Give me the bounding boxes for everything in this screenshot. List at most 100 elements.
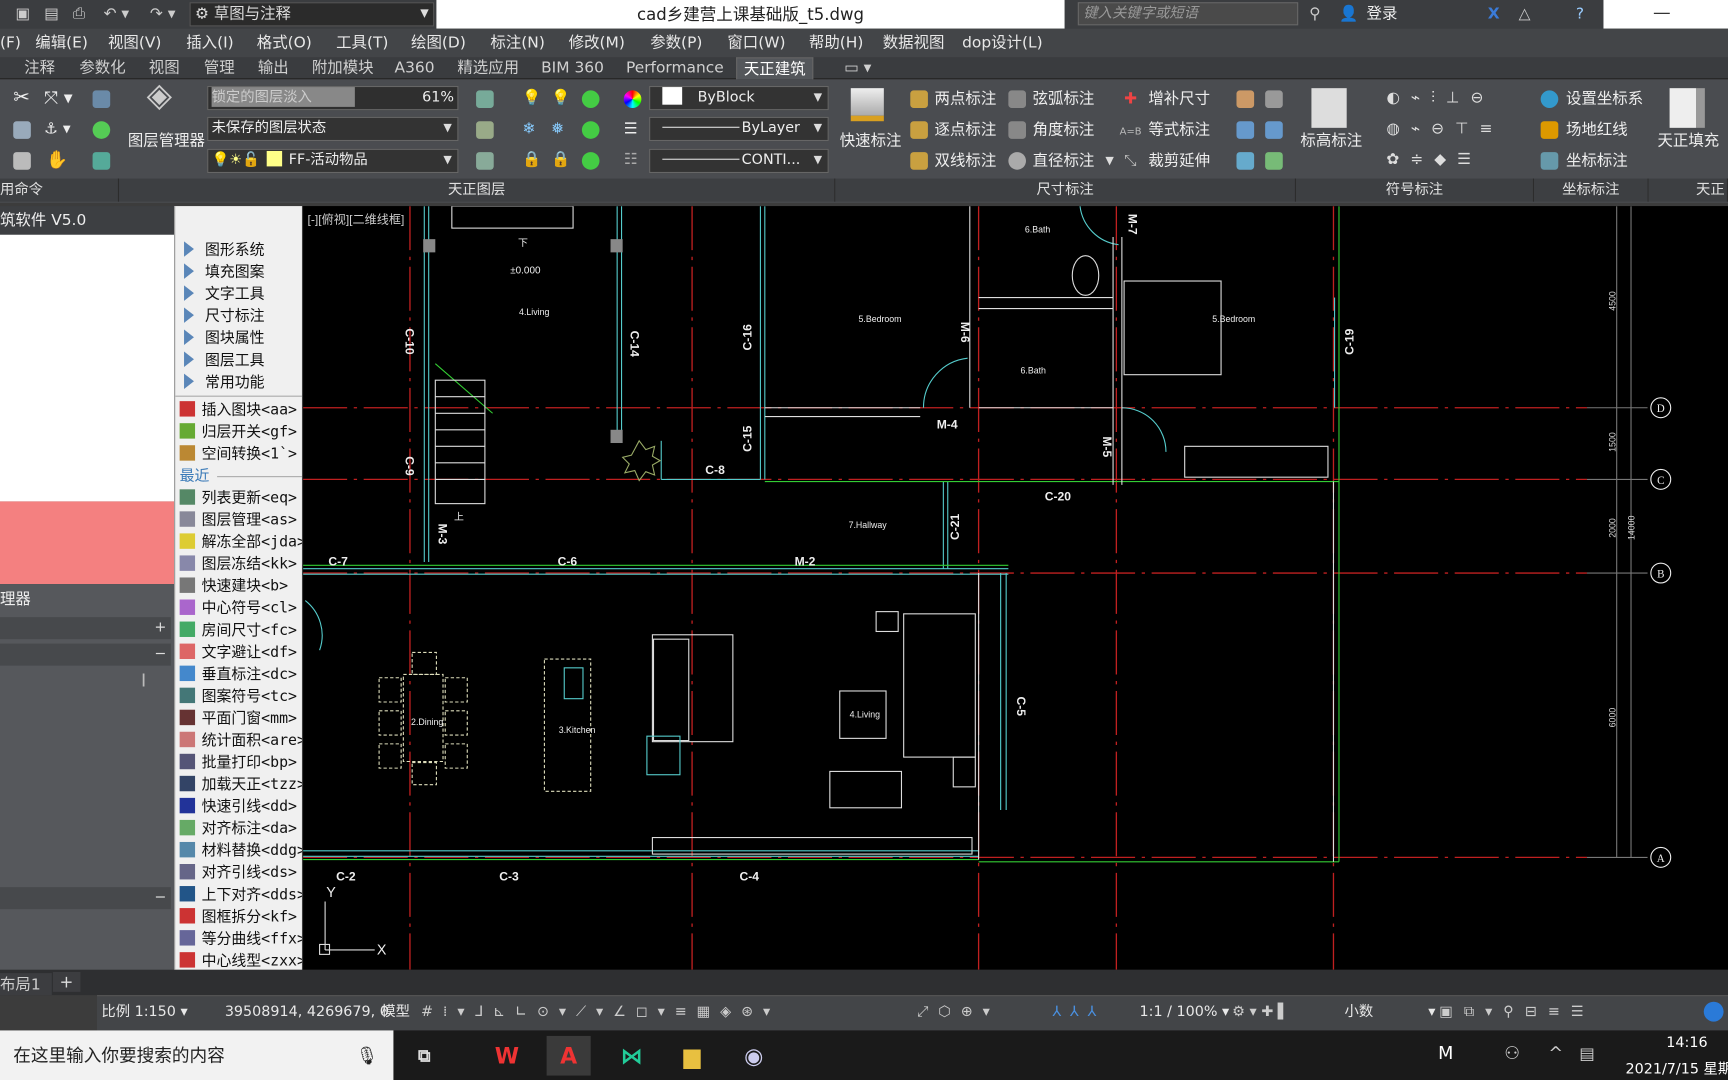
trim-extend-button[interactable]: 裁剪延伸 bbox=[1148, 151, 1210, 171]
fill-icon[interactable] bbox=[1669, 88, 1705, 128]
lock-icon[interactable]: 🔒 bbox=[522, 150, 541, 170]
command-item[interactable]: 对齐引线<ds> bbox=[179, 862, 297, 884]
tab-parametric[interactable]: 参数化 bbox=[79, 57, 125, 79]
ime-icon[interactable]: M bbox=[1438, 1043, 1453, 1064]
command-item[interactable]: 平面门窗<mm> bbox=[179, 708, 297, 730]
command-item[interactable]: 垂直标注<dc> bbox=[179, 663, 297, 685]
tab-layout1[interactable]: 布局1 bbox=[0, 973, 52, 996]
unlock-icon[interactable]: 🔒 bbox=[551, 150, 570, 170]
color-select[interactable]: ByBlock ▼ bbox=[649, 85, 829, 111]
layer-status-icon-3[interactable] bbox=[581, 152, 600, 170]
move-icon[interactable]: ⚓ ▾ bbox=[44, 119, 70, 139]
linetype-select[interactable]: ByLayer ▼ bbox=[649, 116, 829, 142]
minimize-button[interactable]: — bbox=[1653, 2, 1671, 23]
dim-check-icon[interactable] bbox=[1236, 152, 1255, 170]
menu-data-view[interactable]: 数据视图 bbox=[883, 29, 945, 58]
add-layout-button[interactable]: + bbox=[52, 971, 80, 992]
menu-edit[interactable]: 编辑(E) bbox=[35, 29, 88, 58]
elevation-button[interactable]: 标高标注 bbox=[1300, 131, 1362, 151]
command-item[interactable]: 等分曲线<ffx> bbox=[179, 928, 302, 950]
symbol-icons-row2[interactable]: ◍⌁⊖⊤≡ bbox=[1386, 119, 1503, 139]
clock-time[interactable]: 14:16 bbox=[1666, 1035, 1707, 1052]
redo-icon[interactable]: ↷ ▾ bbox=[150, 3, 176, 25]
layer-match-icon[interactable] bbox=[476, 90, 494, 108]
arc-dim-button[interactable]: 弦弧标注 bbox=[1033, 89, 1095, 109]
tab-performance[interactable]: Performance bbox=[626, 57, 724, 79]
menu-modify[interactable]: 修改(M) bbox=[569, 29, 625, 58]
ribbon-toggle-icon[interactable]: ▭ ▾ bbox=[844, 57, 871, 79]
menu-window[interactable]: 窗口(W) bbox=[727, 29, 785, 58]
command-item[interactable]: 插入图块<aa> bbox=[179, 399, 297, 421]
save-icon[interactable]: ▣ bbox=[15, 3, 30, 25]
browser-app-icon[interactable]: ◉ bbox=[732, 1036, 776, 1076]
command-group[interactable]: 图层工具 bbox=[180, 349, 264, 371]
command-group[interactable]: 填充图案 bbox=[180, 261, 264, 283]
point-dim-button[interactable]: 逐点标注 bbox=[935, 120, 997, 140]
layer-on-icon[interactable] bbox=[92, 121, 111, 139]
double-line-dim-button[interactable]: 双线标注 bbox=[935, 151, 997, 171]
dim-edit-icon[interactable] bbox=[1236, 90, 1255, 108]
command-item[interactable]: 图层冻结<kk> bbox=[179, 553, 297, 575]
menu-dimension[interactable]: 标注(N) bbox=[490, 29, 544, 58]
annotation-icons[interactable]: ⅄⅄⅄ bbox=[1052, 995, 1105, 1030]
clock-date[interactable]: 2021/7/15 星期 bbox=[1626, 1057, 1728, 1078]
layer-state-select[interactable]: 未保存的图层状态 ▼ bbox=[207, 116, 459, 142]
layer-status-icon[interactable] bbox=[581, 90, 600, 108]
tab-addins[interactable]: 附加模块 bbox=[312, 57, 374, 79]
units-select[interactable]: 小数 ▾ bbox=[1344, 995, 1435, 1030]
scissors-icon[interactable]: ✂ bbox=[13, 88, 30, 108]
command-group[interactable]: 常用功能 bbox=[180, 371, 264, 393]
two-point-dim-button[interactable]: 两点标注 bbox=[935, 89, 997, 109]
command-item[interactable]: 快速建块<b> bbox=[179, 575, 288, 597]
dim-merge-icon[interactable] bbox=[1236, 121, 1255, 139]
menu-tools[interactable]: 工具(T) bbox=[336, 29, 388, 58]
diameter-dim-button[interactable]: 直径标注 bbox=[1033, 151, 1095, 171]
login-button[interactable]: 登录 bbox=[1367, 3, 1398, 25]
status-tool-icons[interactable]: ▣⧉▾⚲⊟≡☰ bbox=[1439, 995, 1594, 1030]
command-item[interactable]: 中心线型<zxx> bbox=[179, 950, 302, 970]
lock-fade-slider[interactable]: 锁定的图层淡入 61% bbox=[207, 85, 459, 111]
menu-draw[interactable]: 绘图(D) bbox=[411, 29, 466, 58]
symbol-icons-row3[interactable]: ✿≑◆☰ bbox=[1386, 150, 1482, 170]
tab-manage[interactable]: 管理 bbox=[204, 57, 235, 79]
dim-ok-icon[interactable] bbox=[1265, 152, 1283, 170]
command-item[interactable]: 列表更新<eq> bbox=[179, 487, 297, 509]
drawing-canvas[interactable]: [-][俯视][二维线框] ±0.000 下 上 4.Living 5.Bedr… bbox=[303, 206, 1728, 970]
command-item[interactable]: 统计面积<are> bbox=[179, 730, 302, 752]
model-button[interactable]: 模型 bbox=[381, 995, 410, 1030]
command-item[interactable]: 文字避让<df> bbox=[179, 641, 297, 663]
tab-featured[interactable]: 精选应用 bbox=[457, 57, 519, 79]
binoculars-icon[interactable]: ⚲ bbox=[1309, 3, 1320, 25]
customize-icon[interactable] bbox=[1703, 1001, 1724, 1022]
wps-app-icon[interactable]: W bbox=[485, 1036, 529, 1076]
workspace-select[interactable]: ⚙ 草图与注释 ▼ bbox=[189, 2, 435, 27]
equal-dim-button[interactable]: 等式标注 bbox=[1148, 120, 1210, 140]
command-item[interactable]: 归层开关<gf> bbox=[179, 421, 297, 443]
layer-iso-icon[interactable] bbox=[92, 152, 111, 170]
command-group[interactable]: 图形系统 bbox=[180, 239, 264, 261]
help-icon[interactable]: ? bbox=[1576, 3, 1584, 25]
layers-icon[interactable]: ◈ bbox=[147, 79, 172, 112]
angle-dim-button[interactable]: 角度标注 bbox=[1033, 120, 1095, 140]
add-dim-button[interactable]: 增补尺寸 bbox=[1148, 89, 1210, 109]
command-item[interactable]: 加载天正<tzz> bbox=[179, 774, 302, 796]
site-line-button[interactable]: 场地红线 bbox=[1566, 120, 1628, 140]
command-item[interactable]: 空间转换<1`> bbox=[179, 443, 297, 465]
command-item[interactable]: 上下对齐<dds> bbox=[179, 884, 302, 906]
symbol-icons-row1[interactable]: ◐⌁⫶⊥⊖ bbox=[1386, 88, 1494, 108]
save-as-icon[interactable]: ▤ bbox=[44, 3, 59, 25]
view-toggles-icons[interactable]: ⤢⬡⊕▾ bbox=[917, 995, 1000, 1030]
command-item[interactable]: 图框拆分<kf> bbox=[179, 906, 297, 928]
thaw-icon[interactable]: ❅ bbox=[551, 119, 564, 139]
tab-annotate[interactable]: 注释 bbox=[24, 57, 55, 79]
search-input[interactable]: 键入关键字或短语 bbox=[1077, 2, 1299, 26]
tab-a360[interactable]: A360 bbox=[395, 57, 435, 79]
quick-dim-button[interactable]: 快速标注 bbox=[840, 131, 902, 151]
layer-change-icon[interactable] bbox=[476, 121, 494, 139]
tab-bim360[interactable]: BIM 360 bbox=[541, 57, 604, 79]
layer-status-icon-2[interactable] bbox=[581, 121, 600, 139]
layer-manager-button[interactable]: 图层管理器 bbox=[128, 131, 205, 151]
menu-help[interactable]: 帮助(H) bbox=[809, 29, 863, 58]
fill-button[interactable]: 天正填充 bbox=[1657, 131, 1719, 151]
layer-off-icon[interactable] bbox=[92, 90, 111, 108]
